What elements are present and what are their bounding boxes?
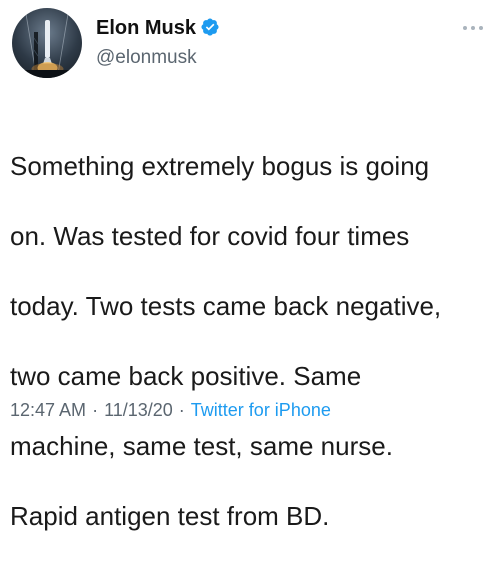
tweet-text-line: two came back positive. Same — [10, 361, 362, 391]
author-display-name[interactable]: Elon Musk — [96, 16, 196, 40]
meta-separator: · — [92, 400, 99, 420]
avatar[interactable] — [12, 8, 82, 78]
tweet-source-link[interactable]: Twitter for iPhone — [191, 400, 331, 420]
tweet-meta: 12:47 AM · 11/13/20 · Twitter for iPhone — [10, 400, 331, 421]
tweet-text-line: Rapid antigen test from BD. — [10, 501, 330, 531]
tweet-text-line: on. Was tested for covid four times — [10, 221, 410, 251]
tweet-date[interactable]: 11/13/20 — [104, 400, 173, 420]
more-options-icon[interactable] — [460, 20, 486, 30]
tweet-time[interactable]: 12:47 AM — [10, 400, 86, 420]
rocket-launch-icon — [12, 13, 82, 78]
verified-badge-icon — [200, 17, 220, 37]
author-names: Elon Musk @elonmusk — [96, 16, 220, 70]
tweet-text: Something extremely bogus is going on. W… — [10, 114, 490, 569]
tweet-text-line: machine, same test, same nurse. — [10, 431, 393, 461]
author-handle[interactable]: @elonmusk — [96, 46, 220, 70]
meta-separator: · — [178, 400, 185, 420]
tweet-header: Elon Musk @elonmusk — [10, 6, 490, 86]
tweet-card: Elon Musk @elonmusk Something extremely … — [0, 0, 500, 531]
tweet-text-line: Something extremely bogus is going — [10, 151, 430, 181]
tweet-text-line: today. Two tests came back negative, — [10, 291, 442, 321]
